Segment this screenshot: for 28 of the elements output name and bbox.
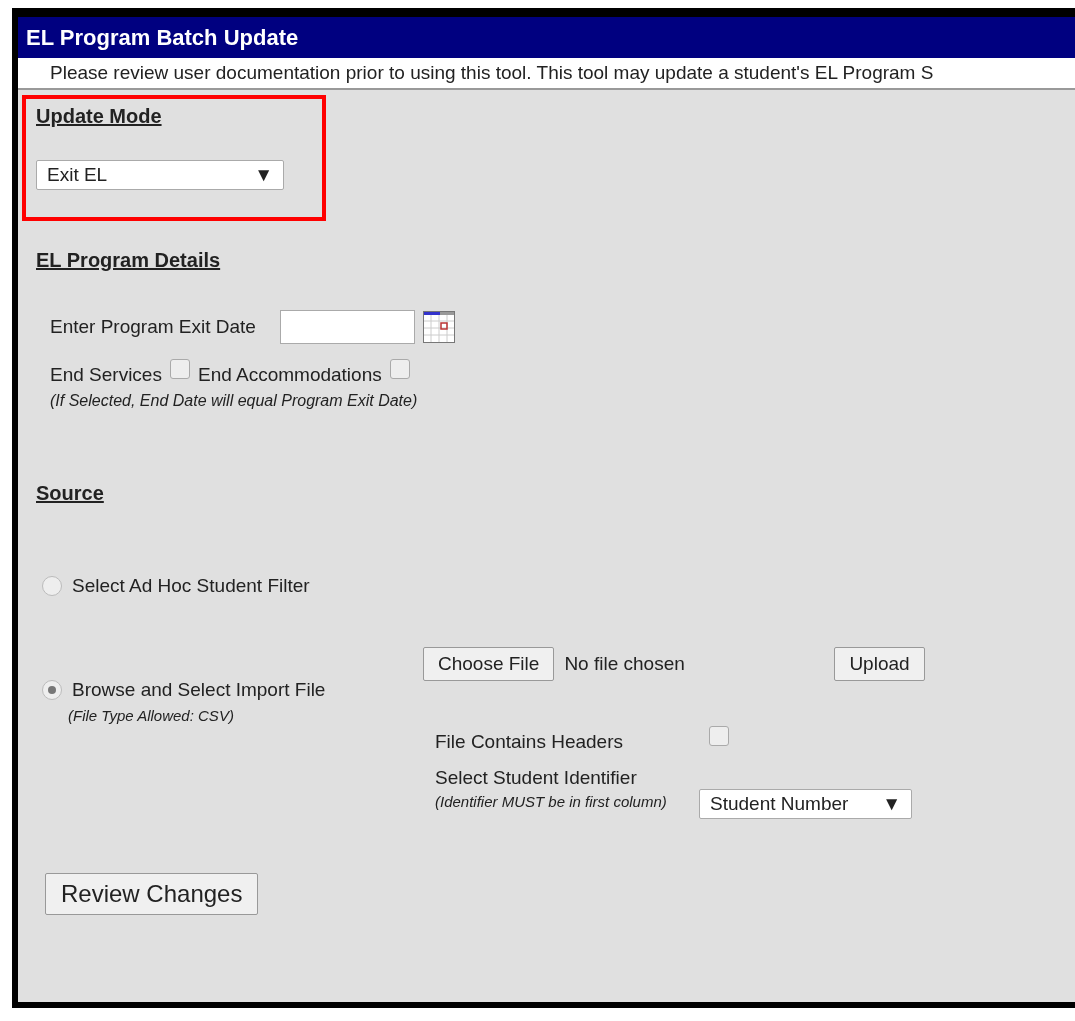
checkbox-label: File Contains Headers (435, 731, 624, 753)
radio-button[interactable] (42, 680, 62, 700)
radio-label: Select Ad Hoc Student Filter (72, 575, 310, 597)
review-button[interactable]: Review Changes (45, 873, 259, 915)
choose-file-button[interactable]: Choose File (423, 647, 555, 681)
notice-text: Please review user documentation prior to using this tool. This tool may update a student's EL Program S (18, 58, 1075, 90)
section-heading: EL Program Details (36, 249, 221, 272)
checkbox[interactable] (169, 359, 190, 379)
hint-text: (File Type Allowed: CSV) (68, 707, 235, 724)
identifier-dropdown[interactable]: Student Number ▼ (699, 789, 912, 819)
field-label: Select Student Identifier (435, 767, 638, 789)
section-heading: Source (36, 482, 104, 505)
checkbox-label: End Accommodations (197, 364, 382, 386)
date-field[interactable] (279, 310, 415, 344)
hint-text: (Identifier MUST be in first column) (435, 792, 668, 812)
field-label: Enter Program Exit Date (50, 316, 256, 338)
checkbox[interactable] (709, 726, 729, 746)
mode-dropdown[interactable]: Exit EL ▼ (36, 160, 284, 190)
radio-label: Browse and Select Import File (72, 679, 326, 701)
file-status: No file chosen (564, 653, 686, 675)
section-heading: Update Mode (36, 105, 162, 128)
checkbox[interactable] (389, 359, 410, 379)
upload-button[interactable]: Upload (834, 647, 925, 681)
calendar-icon[interactable] (422, 311, 455, 343)
panel-title: EL Program Batch Update (18, 17, 1075, 58)
note-text: (If Selected, End Date will equal Program Exit Date) (50, 392, 419, 410)
checkbox-label: End Services (50, 364, 162, 386)
radio-button[interactable] (42, 576, 62, 596)
